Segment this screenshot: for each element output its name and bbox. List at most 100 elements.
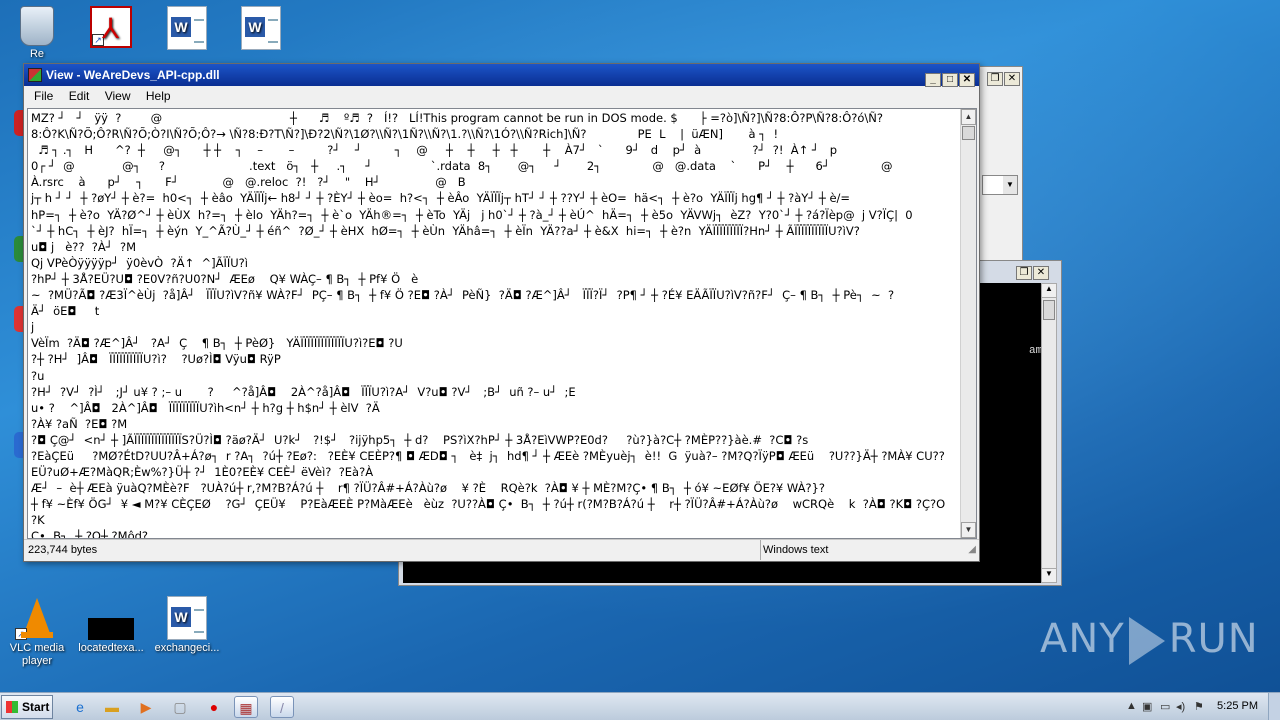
close-icon[interactable]: ✕	[1004, 72, 1020, 86]
media-icon[interactable]: ▶	[134, 696, 158, 718]
menu-help[interactable]: Help	[140, 86, 177, 106]
viewer-taskbar-icon[interactable]: ▦	[234, 696, 258, 718]
monitor-icon[interactable]: ▭	[1160, 700, 1170, 713]
text-line: ?hP┘ ┼ 3Å?EÜ?U◘ ?E0V?ñ?U0?N┘ ÆEø Q¥ WÀÇ–…	[31, 271, 419, 286]
network-icon[interactable]: ▣	[1142, 700, 1152, 713]
scroll-down-icon[interactable]: ▼	[961, 522, 976, 538]
text-line: ?u	[31, 368, 45, 383]
text-line: u• ? ^]Â◘ 2À^]Â◘ ÏÏÏÏÏÏÏÏÏU?ìh<n┘ ┼ h?g …	[31, 400, 380, 415]
desktop-icon-locatedtexas[interactable]: locatedtexa...	[76, 596, 146, 655]
text-line: 8:Ô?K\Ñ?Õ;Ô?R\Ñ?Õ;Ò?I\Ñ?Õ;Ô?→ \Ñ?8:Ð?T\Ñ…	[31, 127, 779, 142]
vertical-scrollbar[interactable]: ▲ ▼	[960, 109, 976, 538]
text-line: hP=┐ ┼ è?o YÄ?Ø^┘ ┼ èÙX h?=┐ ┼ èlo YÄh?=…	[31, 207, 913, 222]
file-size-status: 223,744 bytes	[28, 544, 98, 556]
vlc-cone-icon: ↗	[15, 596, 59, 640]
minimize-icon[interactable]: _	[925, 73, 941, 87]
background-dropdown[interactable]: ▼	[982, 175, 1018, 195]
resize-grip-icon[interactable]: ◢	[968, 540, 976, 560]
restore-icon[interactable]: ❐	[1016, 266, 1032, 280]
desktop-icon-label: VLC media player	[9, 642, 65, 667]
desktop-icon-pdf[interactable]: ↗	[76, 6, 146, 50]
text-line: À.rsrc à p┘ ┐ F┘ @ @.reloc ?! ?┘ " H┘ @ …	[31, 175, 466, 190]
shortcut-arrow-icon: ↗	[15, 628, 27, 640]
blank-app-icon[interactable]: ▢	[168, 696, 192, 718]
menu-edit[interactable]: Edit	[63, 86, 96, 106]
scroll-down-icon[interactable]: ▼	[1042, 568, 1056, 582]
desktop-icon-recycle-bin[interactable]: Re	[2, 6, 72, 61]
window-title: View - WeAreDevs_API-cpp.dll	[46, 68, 220, 82]
viewer-app-icon	[28, 68, 42, 82]
menu-file[interactable]: File	[28, 86, 59, 106]
taskbar: Start e ▬ ▶ ▢ ● ▦ / ▲ ▣ ▭ ◂) ⚑ 5:25 PM	[0, 692, 1280, 720]
start-label: Start	[22, 700, 50, 714]
menu-view[interactable]: View	[99, 86, 137, 106]
text-line: MZ? ┘ ┘ ÿÿ ? @ ┼ ♬ º♬ ? Í!? LÍ!This prog…	[31, 111, 883, 125]
text-line: u◘ j è?? ?À┘ ?M	[31, 239, 137, 254]
scroll-up-icon[interactable]: ▲	[1042, 284, 1056, 298]
ie-icon[interactable]: e	[68, 696, 92, 718]
text-line: Ä┘ öE◘ t	[31, 304, 100, 319]
shortcut-arrow-icon: ↗	[92, 34, 104, 46]
scrollbar-thumb[interactable]	[1043, 300, 1055, 320]
text-line: ┼ f¥ ~Èf¥ ÖG┘ ¥ ◄ M?¥ CÈÇEØ ?G┘ ÇEÜ¥ P?E…	[31, 497, 946, 512]
restore-icon[interactable]: ❐	[987, 72, 1003, 86]
chevron-down-icon[interactable]: ▼	[1003, 176, 1017, 194]
close-icon[interactable]: ✕	[1033, 266, 1049, 280]
black-file-icon	[88, 618, 134, 640]
text-view-pane[interactable]: MZ? ┘ ┘ ÿÿ ? @ ┼ ♬ º♬ ? Í!? LÍ!This prog…	[27, 108, 977, 539]
text-line: j┬ h ┘ ┘ ┼ ?øY┘ ┼ è?= h0<┐ ┼ èâo YÄÏÏÏj←…	[31, 191, 851, 206]
console-scrollbar[interactable]: ▲ ▼	[1041, 283, 1057, 583]
show-hidden-icons-icon[interactable]: ▲	[1126, 700, 1137, 712]
scroll-up-icon[interactable]: ▲	[961, 109, 976, 125]
desktop-icon-word-1[interactable]	[152, 6, 222, 52]
binary-text-content[interactable]: MZ? ┘ ┘ ÿÿ ? @ ┼ ♬ º♬ ? Í!? LÍ!This prog…	[28, 109, 962, 538]
text-line: EÜ?uØ+Æ?MàQR;Èw%?}Ü┼ ?┘ 1È0?EÈ¥ CEÈ┘ ëVè…	[31, 465, 374, 480]
text-line: ?┼ ?H┘ ]Â◘ ÏÏÏÏÏÏÏÏÏÏU?ì? ?Uø?Ì◘ Vÿu◘ Rÿ…	[31, 352, 281, 367]
window-controls: _ □ ✕	[924, 67, 975, 89]
text-line: ♬ ┐ .┐ H ^? ┼ @┐ ┼ ┼ ┐ – – ?┘ ┘ ┐ @ ┼ ┼ …	[31, 143, 838, 158]
desktop-icon-word-2[interactable]	[226, 6, 296, 52]
text-line: 0┌ ┘ @ @┐ ? .text ö┐ ┼ .┐ ┘ `.rdata 8┐ @…	[31, 159, 893, 174]
maximize-icon[interactable]: □	[942, 73, 958, 87]
flag-icon[interactable]: ⚑	[1194, 700, 1204, 713]
desktop-icon-vlc[interactable]: ↗ VLC media player	[2, 596, 72, 668]
encoding-status: Windows text	[760, 540, 960, 560]
text-line: ?K	[31, 513, 45, 528]
title-bar[interactable]: View - WeAreDevs_API-cpp.dll _ □ ✕	[24, 64, 979, 89]
text-line: ~ ?MÜ?Ã◘ ?Æ3Ï^èÙj ?å]Â┘ ÏÏÏU?ìV?ñ¥ WÀ?F┘…	[31, 288, 895, 303]
text-line: ?EàÇEü ?MØ?ÉtD?UU?Â+Á?ø┐ r ?A┐ ?ú┼ ?Eø?:…	[31, 448, 945, 463]
start-button[interactable]: Start	[1, 695, 53, 719]
watermark-right-text: RUN	[1168, 616, 1259, 662]
text-line: ?À¥ ?aÑ ?E◘ ?M	[31, 416, 128, 431]
recycle-bin-icon	[20, 6, 54, 46]
desktop-icon-exchangeci[interactable]: exchangeci...	[152, 596, 222, 655]
text-line: VèÏm ?Ä◘ ?Æ^]Â┘ ?A┘ Ç ¶ B┐ ┼ PèØ} YÄÏÏÏÏ…	[31, 336, 403, 351]
close-icon[interactable]: ✕	[959, 73, 975, 87]
text-line: Æ┘ – è┼ ÆEà ÿuàQ?MÈè?F ?UÀ?ú┼ r,?M?B?Á?ú…	[31, 481, 826, 496]
scrollbar-thumb[interactable]	[962, 126, 975, 140]
volume-icon[interactable]: ◂)	[1176, 700, 1185, 713]
console-taskbar-icon[interactable]: /	[270, 696, 294, 718]
desktop-icon-label: Re	[29, 48, 45, 60]
file-viewer-window[interactable]: View - WeAreDevs_API-cpp.dll _ □ ✕ File Ed…	[23, 63, 980, 562]
text-line: ?◘ Ç@┘ <n┘ ┼ ]ÃÏÏÏÏÏÏÏÏÏÏÏÏÏÏS?Ü?Ì◘ ?äø?…	[31, 432, 809, 447]
text-line: ?H┘ ?V┘ ?Ì┘ ;J┘ u¥ ? ;– u ? ^?å]Â◘ 2À^?å…	[31, 384, 576, 399]
explorer-icon[interactable]: ▬	[100, 696, 124, 718]
word-document-icon	[167, 6, 207, 50]
text-line: j	[31, 320, 35, 335]
text-line: Qj VPèÒÿÿÿÿp┘ ÿ0èvÒ ?Ä↑ ^]ÃÏÏU?ì	[31, 255, 248, 270]
console-window-controls: ❐ ✕	[1015, 264, 1049, 280]
desktop-icon-label: exchangeci...	[154, 642, 220, 654]
show-desktop-button[interactable]	[1268, 693, 1280, 720]
watermark-left-text: ANY	[1040, 616, 1125, 662]
status-bar: 223,744 bytes Windows text ◢	[24, 539, 979, 561]
menu-bar: File Edit View Help	[24, 86, 979, 106]
opera-icon[interactable]: ●	[202, 696, 226, 718]
anyrun-watermark: ANY RUN	[1040, 616, 1259, 665]
play-logo-icon	[1128, 617, 1165, 665]
word-document-icon	[167, 596, 207, 640]
background-window-controls: ❐ ✕	[986, 70, 1020, 86]
clock[interactable]: 5:25 PM	[1217, 700, 1258, 712]
system-tray: ▲ ▣ ▭ ◂) ⚑ 5:25 PM	[1110, 693, 1280, 720]
desktop-icon-label: locatedtexa...	[78, 642, 144, 654]
